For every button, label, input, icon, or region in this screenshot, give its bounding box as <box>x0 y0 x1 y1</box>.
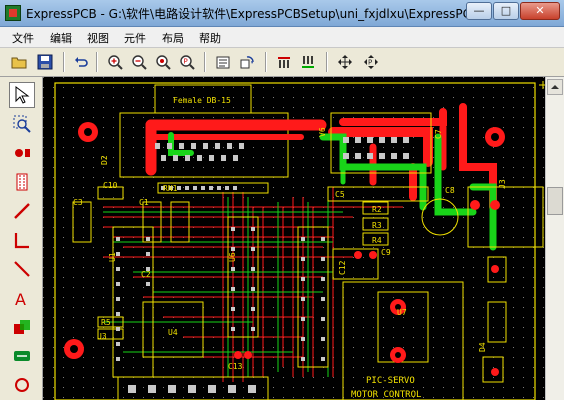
menu-file[interactable]: 文件 <box>12 30 34 46</box>
line-tool-icon[interactable] <box>9 227 35 253</box>
window-title: ExpressPCB - G:\软件\电路设计软件\ExpressPCBSetu… <box>26 7 480 21</box>
label-c3: C3 <box>73 198 83 207</box>
layers-tool-icon[interactable] <box>9 314 35 340</box>
label-r2: R2 <box>372 205 382 214</box>
tool-palette: A <box>0 77 43 400</box>
text-tool-icon[interactable]: A <box>9 285 35 311</box>
label-u7: U7 <box>397 308 407 317</box>
label-c1: C1 <box>139 198 149 207</box>
label-d4: D4 <box>478 342 487 352</box>
label-r3: R3 <box>372 221 382 230</box>
label-u1: U1 <box>108 252 117 262</box>
component-rotate-icon[interactable] <box>236 51 257 72</box>
undo-icon[interactable] <box>70 51 91 72</box>
toolbar-separator <box>326 52 328 72</box>
close-button[interactable]: ✕ <box>520 2 560 20</box>
maximize-button[interactable]: □ <box>493 2 519 20</box>
pcb-layout-drawing: Female DB-15 D2 V6 RN1 C10 C3 C1 C5 C7 C… <box>43 77 545 400</box>
svg-text:P: P <box>184 58 188 66</box>
toolbar-separator <box>204 52 206 72</box>
zoom-in-icon[interactable] <box>104 51 125 72</box>
scroll-up-button[interactable] <box>547 79 563 95</box>
board-text-motor-control: MOTOR CONTROL <box>351 390 421 400</box>
label-c13: C13 <box>228 362 243 371</box>
bottom-layer-icon[interactable] <box>297 51 318 72</box>
label-rn1: RN1 <box>163 184 178 193</box>
top-layer-icon[interactable] <box>273 51 294 72</box>
label-r5: R5 <box>101 318 111 327</box>
pcb-canvas[interactable]: Female DB-15 D2 V6 RN1 C10 C3 C1 C5 C7 C… <box>43 77 545 400</box>
board-text-pic-servo: PIC-SERVO <box>366 376 415 386</box>
menu-help[interactable]: 帮助 <box>199 30 221 46</box>
scroll-thumb[interactable] <box>547 187 563 215</box>
menu-edit[interactable]: 编辑 <box>50 30 72 46</box>
pan-icon[interactable] <box>334 51 355 72</box>
pad-tool-icon[interactable] <box>9 140 35 166</box>
label-c8: C8 <box>445 186 455 195</box>
toolbar-separator <box>63 52 65 72</box>
save-icon[interactable] <box>34 51 55 72</box>
svg-text:A: A <box>15 290 26 307</box>
label-j3: J3 <box>498 179 507 189</box>
zoom-area-icon[interactable] <box>152 51 173 72</box>
label-c5: C5 <box>335 190 345 199</box>
label-u3: U3 <box>97 332 107 341</box>
pan-center-icon[interactable]: P <box>360 51 381 72</box>
label-c10: C10 <box>103 181 118 190</box>
component-tool-icon[interactable] <box>9 169 35 195</box>
toolbar-separator <box>96 52 98 72</box>
zoom-fit-icon[interactable]: P <box>176 51 197 72</box>
label-c9: C9 <box>381 248 391 257</box>
toolbar-separator <box>265 52 267 72</box>
menu-bar: 文件 编辑 视图 元件 布局 帮助 <box>0 27 564 48</box>
vertical-scrollbar[interactable] <box>545 77 564 400</box>
circle-tool-icon[interactable] <box>9 372 35 398</box>
menu-view[interactable]: 视图 <box>87 30 109 46</box>
minimize-button[interactable]: — <box>466 2 492 20</box>
zoom-out-icon[interactable] <box>128 51 149 72</box>
component-properties-icon[interactable] <box>212 51 233 72</box>
zoom-select-tool-icon[interactable] <box>9 111 35 137</box>
label-c2: C2 <box>141 270 151 279</box>
label-r4: R4 <box>372 236 382 245</box>
label-c7: C7 <box>434 129 443 139</box>
menu-layout[interactable]: 布局 <box>162 30 184 46</box>
fill-tool-icon[interactable] <box>9 343 35 369</box>
trace-tool-icon[interactable] <box>9 198 35 224</box>
pointer-tool-icon[interactable] <box>9 82 35 108</box>
diagonal-trace-icon[interactable] <box>9 256 35 282</box>
label-u6: U6 <box>228 252 237 262</box>
app-icon <box>5 5 21 21</box>
connector-label: Female DB-15 <box>173 96 231 105</box>
title-bar: ExpressPCB - G:\软件\电路设计软件\ExpressPCBSetu… <box>0 0 564 27</box>
label-c12: C12 <box>338 260 347 275</box>
label-u4: U4 <box>168 328 178 337</box>
label-v6: V6 <box>318 127 327 137</box>
open-icon[interactable] <box>8 51 29 72</box>
label-d2: D2 <box>100 155 109 165</box>
main-toolbar: P P <box>0 48 564 77</box>
svg-text:P: P <box>368 59 372 67</box>
menu-component[interactable]: 元件 <box>124 30 146 46</box>
